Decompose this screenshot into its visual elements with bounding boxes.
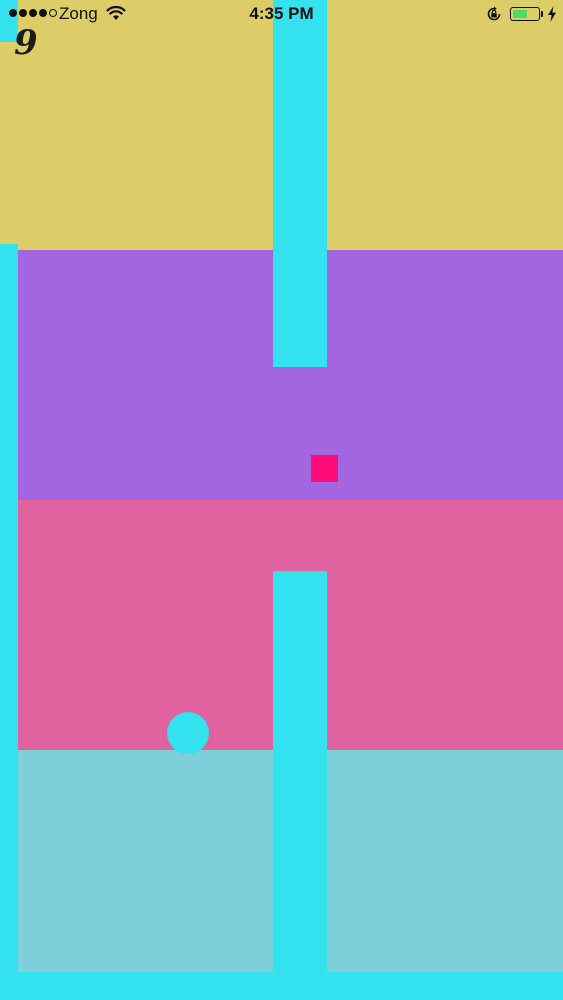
charging-icon xyxy=(548,6,556,22)
status-bar: Zong 4:35 PM xyxy=(0,0,563,30)
battery-tip xyxy=(541,11,543,17)
status-time: 4:35 PM xyxy=(249,4,314,23)
game-screen[interactable]: Zong 4:35 PM 9 xyxy=(0,0,563,1000)
score-counter: 9 xyxy=(14,23,38,63)
top-pillar-obstacle xyxy=(273,0,327,367)
bouncing-ball xyxy=(167,712,209,754)
bottom-pillar-obstacle xyxy=(273,571,327,1000)
battery-icon xyxy=(510,7,540,21)
rotation-lock-icon xyxy=(487,6,501,21)
battery-level-fill xyxy=(512,9,528,18)
player-square xyxy=(311,455,338,482)
left-wall xyxy=(0,244,18,1000)
